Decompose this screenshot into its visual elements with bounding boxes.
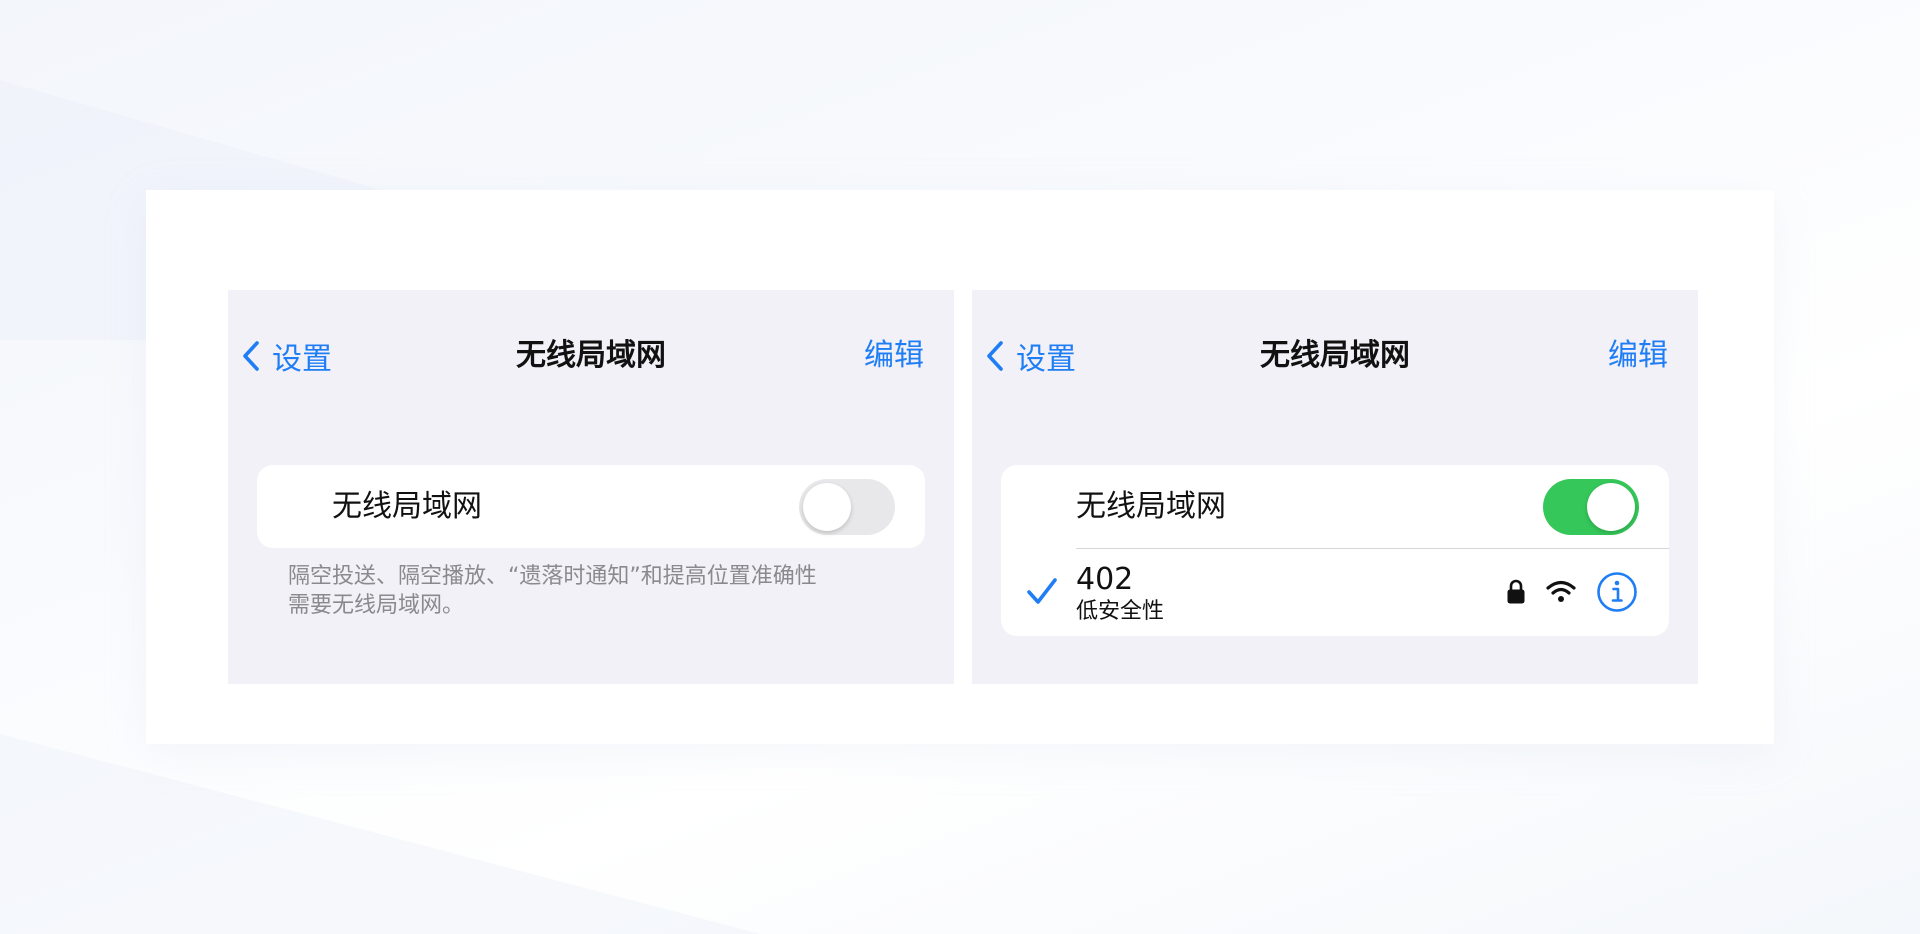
checkmark-icon: [1025, 575, 1059, 611]
background-shape: [0, 734, 760, 934]
wifi-toggle-label: 无线局域网: [1076, 489, 1226, 524]
navigation-bar: 设置 无线局域网 编辑: [972, 334, 1698, 378]
network-row[interactable]: 402 低安全性: [1001, 549, 1669, 636]
navigation-bar: 设置 无线局域网 编辑: [228, 334, 954, 378]
network-security-note: 低安全性: [1076, 599, 1165, 624]
page-title: 无线局域网: [516, 338, 666, 373]
wifi-toggle-switch[interactable]: [799, 479, 895, 535]
edit-button[interactable]: 编辑: [1608, 334, 1668, 378]
toggle-knob: [1587, 483, 1635, 531]
comparison-card: 设置 无线局域网 编辑 无线局域网 隔空投送、隔空播放、“遗落时通知”和提高位置…: [146, 190, 1774, 744]
page-title: 无线局域网: [1260, 338, 1410, 373]
wifi-icon: [1546, 579, 1576, 607]
wifi-footnote: 隔空投送、隔空播放、“遗落时通知”和提高位置准确性 需要无线局域网。: [288, 562, 898, 620]
toggle-knob: [803, 483, 851, 531]
wifi-settings-off-screen: 设置 无线局域网 编辑 无线局域网 隔空投送、隔空播放、“遗落时通知”和提高位置…: [228, 290, 954, 684]
wifi-settings-group: 无线局域网 402 低安全性: [1001, 465, 1669, 636]
wifi-toggle-row: 无线局域网: [1001, 465, 1669, 548]
wifi-settings-on-screen: 设置 无线局域网 编辑 无线局域网 402 低安全性: [972, 290, 1698, 684]
footnote-line: 隔空投送、隔空播放、“遗落时通知”和提高位置准确性: [288, 564, 817, 589]
lock-icon: [1506, 579, 1526, 609]
footnote-line: 需要无线局域网。: [288, 593, 465, 618]
wifi-toggle-label: 无线局域网: [332, 489, 482, 524]
wifi-toggle-row: 无线局域网: [257, 465, 925, 548]
wifi-toggle-switch[interactable]: [1543, 479, 1639, 535]
network-name: 402: [1076, 562, 1134, 597]
edit-button[interactable]: 编辑: [864, 334, 924, 378]
info-icon[interactable]: [1596, 571, 1638, 617]
wifi-settings-group: 无线局域网: [257, 465, 925, 548]
